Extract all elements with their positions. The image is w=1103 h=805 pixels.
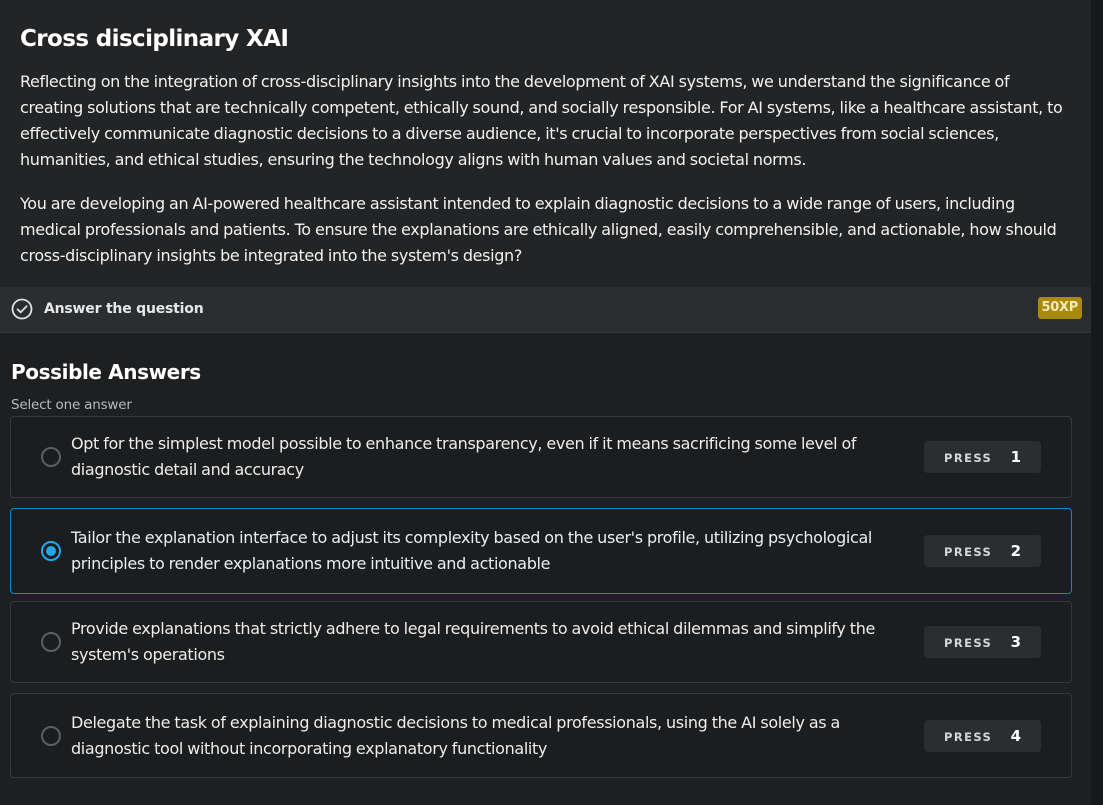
shortcut-key: 4 (1010, 726, 1021, 745)
answer-option-1[interactable]: Opt for the simplest model possible to e… (10, 416, 1072, 498)
keyboard-shortcut-hint: PRESS 3 (924, 626, 1041, 658)
check-circle-icon (11, 298, 33, 320)
possible-answers-heading: Possible Answers (11, 360, 201, 384)
task-header-bar: Answer the question 50XP (0, 287, 1091, 333)
press-label: PRESS (944, 545, 993, 559)
answer-option-2[interactable]: Tailor the explanation interface to adju… (10, 508, 1072, 594)
radio-button[interactable] (41, 632, 61, 652)
press-label: PRESS (944, 451, 993, 465)
answer-option-text: Opt for the simplest model possible to e… (71, 434, 857, 479)
radio-button-selected[interactable] (41, 541, 61, 561)
task-label: Answer the question (44, 301, 204, 317)
keyboard-shortcut-hint: PRESS 2 (924, 535, 1041, 567)
answer-option-text: Provide explanations that strictly adher… (71, 619, 875, 664)
question-paragraph: You are developing an AI-powered healthc… (20, 194, 1057, 265)
press-label: PRESS (944, 636, 993, 650)
exercise-title: Cross disciplinary XAI (20, 26, 289, 52)
answer-option-4[interactable]: Delegate the task of explaining diagnost… (10, 693, 1072, 778)
shortcut-key: 3 (1010, 633, 1021, 651)
context-paragraph: Reflecting on the integration of cross-d… (20, 72, 1063, 169)
shortcut-key: 1 (1010, 448, 1021, 466)
exercise-context-panel: Cross disciplinary XAI Reflecting on the… (0, 0, 1091, 287)
select-instruction: Select one answer (11, 397, 132, 413)
radio-button[interactable] (41, 447, 61, 467)
press-label: PRESS (944, 729, 993, 744)
xp-badge: 50XP (1037, 297, 1082, 319)
radio-button[interactable] (41, 725, 61, 746)
scrollbar-track[interactable] (1091, 0, 1103, 805)
keyboard-shortcut-hint: PRESS 4 (924, 719, 1041, 752)
answer-option-3[interactable]: Provide explanations that strictly adher… (10, 601, 1072, 683)
answer-option-text: Delegate the task of explaining diagnost… (71, 712, 840, 758)
answer-option-text: Tailor the explanation interface to adju… (71, 528, 873, 573)
exercise-page: Cross disciplinary XAI Reflecting on the… (0, 0, 1103, 805)
keyboard-shortcut-hint: PRESS 1 (924, 441, 1041, 473)
shortcut-key: 2 (1010, 542, 1021, 560)
